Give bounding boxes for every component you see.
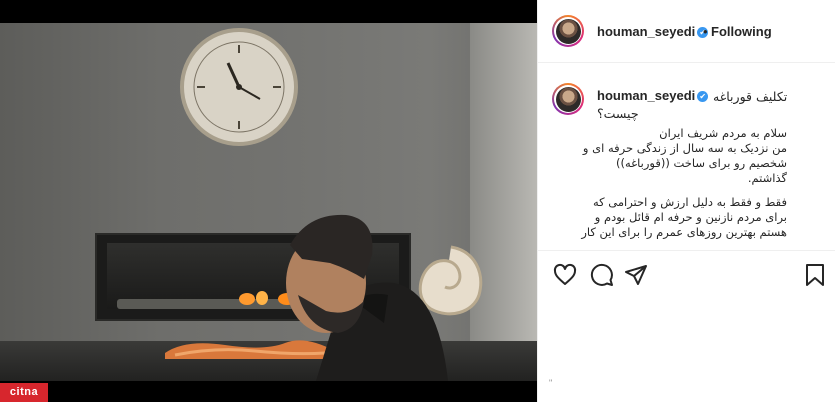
photo-scene: [0, 23, 537, 381]
header-separator: •: [703, 24, 708, 39]
comment-icon[interactable]: [590, 263, 614, 287]
heart-icon[interactable]: [553, 263, 577, 287]
wall-clock: [180, 28, 298, 146]
post-actions: [538, 250, 835, 298]
footer-mark: ": [549, 378, 553, 388]
username-text: houman_seyedi: [597, 24, 696, 39]
bookmark-icon[interactable]: [803, 263, 827, 287]
post-header: houman_seyedi ✔ • Following: [538, 0, 835, 63]
caption-line: من نزدیک به سه سال از زندگی حرفه ای و: [582, 141, 787, 155]
man-figure: [286, 214, 448, 381]
caption-title: تکلیف قورباغه چیست؟: [538, 88, 828, 122]
caption-line: سلام به مردم شریف ایران: [659, 126, 787, 140]
wall-light-edge: [470, 23, 537, 381]
avatar[interactable]: [552, 15, 584, 47]
instagram-post-viewer: citna houman_seyedi ✔ • Following houman_…: [0, 0, 835, 402]
post-photo[interactable]: citna: [0, 0, 537, 402]
caption-line: فقط و فقط به دلیل ارزش و احترامی که: [592, 195, 787, 209]
citna-watermark: citna: [0, 383, 48, 402]
post-side-panel: houman_seyedi ✔ • Following houman_seyedi…: [537, 0, 835, 402]
caption-line: شخصیم رو برای ساخت ((قورباغه)): [616, 156, 787, 170]
caption-title-line1: تکلیف قورباغه: [713, 89, 788, 104]
caption-line: هستم بهترین روزهای عمرم را برای این کار: [581, 225, 787, 239]
caption-body: سلام به مردم شریف ایران من نزدیک به سه س…: [538, 126, 828, 240]
caption-area: houman_seyedi ✔ تکلیف قورباغه چیست؟ سلام …: [538, 64, 835, 250]
caption-title-line2: چیست؟: [597, 106, 639, 121]
likes-area: ": [538, 298, 835, 402]
following-button[interactable]: Following: [711, 24, 772, 39]
caption-line: گذاشتم.: [747, 171, 787, 185]
header-username-link[interactable]: houman_seyedi ✔: [597, 24, 709, 39]
caption-line: برای مردم نازنین و حرفه ام قائل بودم و: [594, 210, 787, 224]
share-icon[interactable]: [624, 263, 648, 287]
